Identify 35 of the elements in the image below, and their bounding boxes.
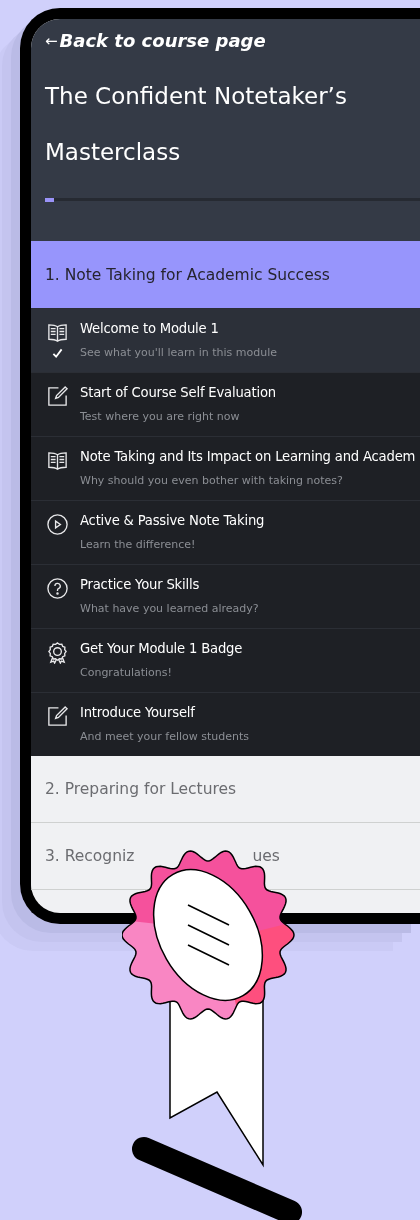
lesson-subtitle: See what you'll learn in this module — [80, 345, 278, 361]
lesson-subtitle: What have you learned already? — [80, 601, 259, 617]
lesson-title: Introduce Yourself — [80, 704, 196, 722]
lesson-subtitle: Congratulations! — [80, 665, 173, 681]
module-title: 2. Preparing for Lectures — [45, 780, 237, 798]
back-link[interactable]: ←Back to course page — [45, 30, 266, 52]
lesson-item[interactable]: Welcome to Module 1 See what you'll learn in this module — [31, 308, 420, 372]
award-icon — [45, 641, 69, 664]
lesson-item[interactable]: Note Taking and Its Impact on Learning and Academ Why should you even bother with taking notes? — [31, 436, 420, 500]
lesson-item[interactable]: Active & Passive Note Taking Learn the difference! — [31, 500, 420, 564]
lesson-item[interactable]: Get Your Module 1 Badge Congratulations! — [31, 628, 420, 692]
module-title: 1. Note Taking for Academic Success — [45, 265, 330, 284]
lesson-item[interactable]: Start of Course Self Evaluation Test where you are right now — [31, 372, 420, 436]
lesson-title: Practice Your Skills — [80, 576, 201, 594]
lesson-title: Note Taking and Its Impact on Learning and Academ — [80, 448, 416, 466]
lesson-title: Welcome to Module 1 — [80, 320, 220, 338]
question-circle-icon — [45, 577, 69, 600]
lesson-subtitle: And meet your fellow students — [80, 729, 250, 745]
pencil-square-icon — [45, 385, 69, 408]
pencil-square-icon — [45, 705, 69, 728]
module-title: ues — [252, 847, 280, 865]
lesson-title: Get Your Module 1 Badge — [80, 640, 243, 658]
lesson-item[interactable]: Introduce Yourself And meet your fellow students — [31, 692, 420, 756]
play-circle-icon — [45, 513, 69, 536]
book-icon — [45, 449, 69, 472]
module-title: 3. Recogniz — [45, 847, 135, 865]
lesson-item[interactable]: Practice Your Skills What have you learned already? — [31, 564, 420, 628]
book-icon — [45, 321, 69, 344]
lesson-subtitle: Test where you are right now — [80, 409, 241, 425]
module-header[interactable]: 1. Note Taking for Academic Success — [31, 241, 420, 308]
course-title: The Confident Notetaker’s Masterclass — [45, 82, 348, 167]
lesson-title: Active & Passive Note Taking — [80, 512, 265, 530]
lesson-title: Start of Course Self Evaluation — [80, 384, 276, 402]
lesson-subtitle: Why should you even bother with taking notes? — [80, 473, 344, 489]
lesson-subtitle: Learn the difference! — [80, 537, 197, 553]
